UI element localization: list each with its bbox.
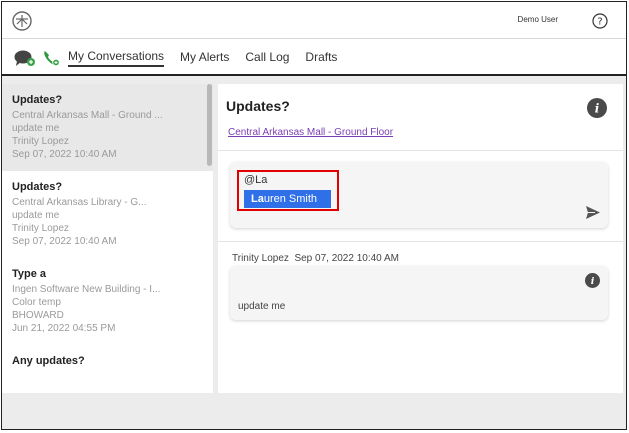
divider xyxy=(218,241,623,242)
conversation-date: Sep 07, 2022 10:40 AM xyxy=(12,236,117,247)
conversation-title: Any updates? xyxy=(12,355,85,367)
conversation-date: Jun 21, 2022 04:55 PM xyxy=(12,323,116,334)
user-menu[interactable]: Demo User xyxy=(518,15,558,24)
conversation-author: Trinity Lopez xyxy=(12,223,69,234)
conversation-list-scrollbar[interactable] xyxy=(207,84,212,166)
mention-rest-text: uren Smith xyxy=(263,193,318,205)
tab-list: My Conversations My Alerts Call Log Draf… xyxy=(68,39,337,74)
help-icon[interactable]: ? xyxy=(592,13,608,29)
info-icon[interactable]: i xyxy=(587,98,607,118)
conversation-date: Sep 07, 2022 10:40 AM xyxy=(12,149,117,160)
conversation-message: Color temp xyxy=(12,297,61,308)
conversation-location: Central Arkansas Library - G... xyxy=(12,197,147,208)
svg-text:i: i xyxy=(595,102,600,116)
conversation-message: update me xyxy=(12,210,60,221)
svg-text:?: ? xyxy=(597,17,602,28)
conversation-location: Ingen Software New Building - I... xyxy=(12,284,161,295)
conversation-author: Trinity Lopez xyxy=(12,136,69,147)
logo-icon[interactable] xyxy=(12,11,32,31)
chat-icon[interactable] xyxy=(14,49,36,67)
conversation-author: BHOWARD xyxy=(12,310,64,321)
tab-my-conversations[interactable]: My Conversations xyxy=(68,47,165,67)
message-meta: Trinity Lopez Sep 07, 2022 10:40 AM xyxy=(232,253,399,264)
conversation-title: Updates? xyxy=(12,181,63,193)
phone-icon[interactable] xyxy=(42,49,60,67)
conversation-location: Central Arkansas Mall - Ground ... xyxy=(12,110,163,121)
conversation-list: Updates? Central Arkansas Mall - Ground … xyxy=(2,84,213,393)
conversation-item[interactable]: Type a Ingen Software New Building - I..… xyxy=(2,258,213,345)
svg-text:i: i xyxy=(591,276,595,287)
mention-suggestion-item[interactable]: Lauren Smith xyxy=(244,190,331,208)
nav-bar: My Conversations My Alerts Call Log Draf… xyxy=(2,39,626,76)
message-card: i update me xyxy=(230,266,608,320)
conversation-detail: Updates? i Central Arkansas Mall - Groun… xyxy=(218,84,623,393)
conversation-message: update me xyxy=(12,123,60,134)
app-window: Demo User ? My Conversations My Alerts C… xyxy=(1,1,627,430)
conversation-item[interactable]: Updates? Central Arkansas Library - G...… xyxy=(2,171,213,258)
conversation-item[interactable]: Any updates? xyxy=(2,345,213,393)
message-body: update me xyxy=(238,301,286,312)
message-date: Sep 07, 2022 10:40 AM xyxy=(294,253,399,264)
info-icon[interactable]: i xyxy=(585,273,600,288)
top-bar: Demo User ? xyxy=(2,2,626,39)
location-link[interactable]: Central Arkansas Mall - Ground Floor xyxy=(228,127,393,138)
conversation-title: Type a xyxy=(12,268,47,280)
main-area: Updates? Central Arkansas Mall - Ground … xyxy=(2,76,626,429)
tab-my-alerts[interactable]: My Alerts xyxy=(180,48,229,66)
detail-title: Updates? xyxy=(226,98,290,114)
conversation-title: Updates? xyxy=(12,94,63,106)
send-icon[interactable] xyxy=(586,206,600,219)
mention-match-text: La xyxy=(251,193,264,205)
tab-drafts[interactable]: Drafts xyxy=(305,48,337,66)
message-compose-box[interactable]: @La Lauren Smith xyxy=(230,162,608,228)
message-author: Trinity Lopez xyxy=(232,253,289,264)
divider xyxy=(218,150,623,151)
conversation-item[interactable]: Updates? Central Arkansas Mall - Ground … xyxy=(2,84,213,171)
tab-call-log[interactable]: Call Log xyxy=(245,48,289,66)
